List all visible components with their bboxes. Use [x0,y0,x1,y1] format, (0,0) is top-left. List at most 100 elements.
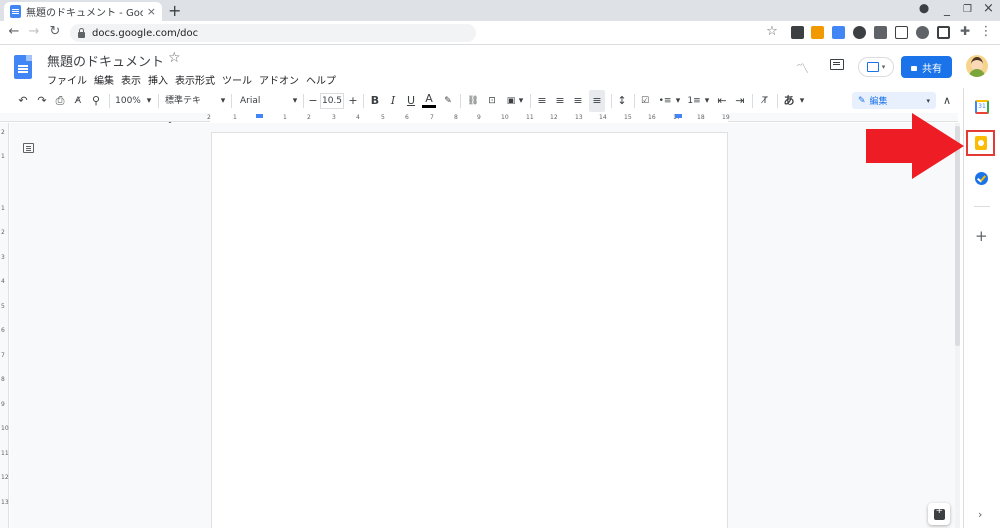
ruler-number: 3 [332,114,336,121]
docs-logo-icon[interactable] [14,55,32,79]
activity-trend-icon[interactable]: 〽 [796,58,809,77]
ruler-number: 5 [381,114,385,121]
spellcheck-button[interactable]: A̸ [71,90,85,112]
editing-mode-select[interactable]: ✎ 編集 ▾ [852,92,936,109]
clear-formatting-button[interactable]: T̸ [758,90,772,112]
new-extension-icon[interactable] [811,26,824,39]
toolbar-divider [303,94,304,108]
tab-close-icon[interactable]: × [147,5,156,18]
align-justify-button[interactable]: ≡ [589,90,605,112]
minimize-button[interactable]: _ [944,2,950,16]
font-size-decrease-button[interactable]: − [307,90,319,112]
checklist-button[interactable]: ☑ [638,90,652,112]
ruler-number: 13 [575,114,583,121]
mask-extension-icon[interactable] [853,26,866,39]
font-select[interactable]: Arial [240,90,280,112]
text-color-button[interactable]: A [422,90,436,108]
vertical-ruler[interactable]: 2 1 1 2 3 4 5 6 7 8 9 10 11 12 13 [0,123,9,528]
bulleted-list-button[interactable]: •≡ [657,90,673,112]
align-left-button[interactable]: ≡ [535,90,549,112]
bold-button[interactable]: B [368,90,382,112]
menu-edit[interactable]: 編集 [94,72,114,87]
ruler-number: 8 [1,376,5,383]
share-button[interactable]: 共有 [901,56,952,78]
reload-button[interactable]: ↻ [47,24,63,39]
link-extension-icon[interactable] [916,26,929,39]
translate-extension-icon[interactable] [832,26,845,39]
paint-format-button[interactable]: ⚲ [89,90,103,112]
bookmark-star-icon[interactable]: ☆ [764,24,780,39]
document-outline-icon[interactable] [23,143,34,153]
comments-history-icon[interactable] [830,59,844,70]
window-close-button[interactable]: × [983,1,994,16]
square-extension-icon[interactable] [937,26,950,39]
calendar-icon[interactable]: 31 [975,100,989,114]
numbered-list-button[interactable]: 1≡ [686,90,702,112]
explore-button[interactable] [928,503,950,525]
back-button[interactable]: ← [6,24,22,39]
horizontal-ruler[interactable]: 2 1 1 2 3 4 5 6 7 8 9 10 11 12 13 14 15 … [0,113,958,122]
account-avatar[interactable] [966,55,988,77]
insert-link-button[interactable]: ⛓ [466,90,480,112]
browser-menu-icon[interactable]: ⋮ [978,24,994,39]
menu-view[interactable]: 表示 [121,72,141,87]
ruler-number: 11 [526,114,534,121]
align-center-button[interactable]: ≡ [553,90,567,112]
left-indent-marker[interactable] [256,114,263,118]
document-title[interactable]: 無題のドキュメント [47,51,164,70]
line-spacing-button[interactable]: ↕ [615,90,629,112]
expand-side-panel-icon[interactable]: › [978,508,982,521]
address-bar[interactable]: docs.google.com/doc [70,24,476,42]
undo-button[interactable]: ↶ [16,90,30,112]
toolbar-divider [611,94,612,108]
toolbar-divider [363,94,364,108]
document-page[interactable] [211,132,728,528]
menu-addons[interactable]: アドオン [259,72,299,87]
star-document-icon[interactable]: ☆ [168,50,181,66]
tab-title: 無題のドキュメント - Google [26,8,143,19]
redo-button[interactable]: ↷ [35,90,49,112]
extensions-puzzle-icon[interactable]: ✚ [957,24,973,38]
font-size-input[interactable]: 10.5 [320,93,344,109]
align-right-button[interactable]: ≡ [571,90,585,112]
video-extension-icon[interactable] [895,26,908,39]
menu-help[interactable]: ヘルプ [306,72,336,87]
restore-button[interactable]: ❐ [963,4,972,15]
zoom-select[interactable]: 100% [115,90,141,112]
menu-format[interactable]: 表示形式 [175,72,215,87]
ruler-number: 18 [697,114,705,121]
decrease-indent-button[interactable]: ⇤ [715,90,729,112]
style-select[interactable]: 標準テキス... [165,90,215,128]
qr-extension-icon[interactable] [791,26,804,39]
italic-button[interactable]: I [386,90,400,112]
ruler-number: 19 [722,114,730,121]
underline-button[interactable]: U [404,90,418,112]
camera-extension-icon[interactable] [874,26,887,39]
right-indent-marker[interactable] [675,114,682,118]
browser-tab[interactable]: 無題のドキュメント - Google × [4,2,162,21]
collapse-menus-icon[interactable]: ∧ [943,94,951,107]
add-addon-icon[interactable]: + [975,227,988,245]
toolbar-divider [530,94,531,108]
menu-insert[interactable]: 挿入 [148,72,168,87]
forward-button[interactable]: → [26,24,42,39]
toolbar-divider [231,94,232,108]
keep-icon[interactable] [975,136,987,150]
present-button[interactable]: ▾ [858,57,894,77]
highlight-color-button[interactable]: ✎ [441,90,455,112]
tasks-icon[interactable] [975,172,988,185]
increase-indent-button[interactable]: ⇥ [733,90,747,112]
menu-tools[interactable]: ツール [222,72,252,87]
print-button[interactable]: ⎙ [53,90,67,112]
font-dropdown-icon: ▾ [292,96,298,106]
menu-file[interactable]: ファイル [47,72,87,87]
font-size-increase-button[interactable]: + [347,90,359,112]
add-comment-button[interactable]: ⊡ [485,90,499,112]
new-tab-button[interactable]: + [168,1,181,20]
share-label: 共有 [922,63,942,75]
style-dropdown-icon: ▾ [220,96,226,106]
document-scrollbar[interactable] [955,123,960,528]
input-tools-button[interactable]: あ [782,90,796,112]
insert-image-button[interactable]: ▣ [504,90,518,112]
profile-dropdown-icon[interactable]: ⬤ [919,4,929,14]
